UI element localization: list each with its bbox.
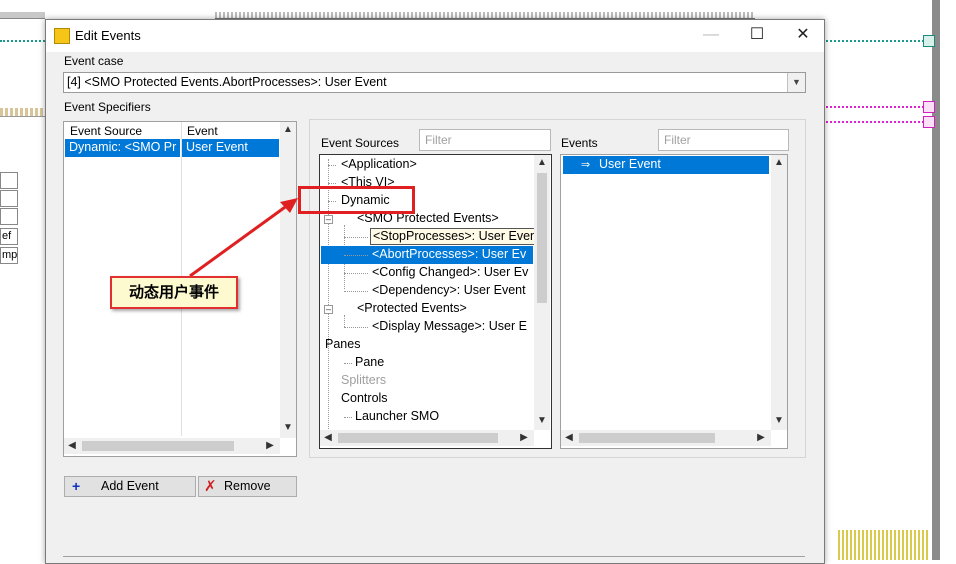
annotation-callout: 动态用户事件 xyxy=(110,276,238,309)
